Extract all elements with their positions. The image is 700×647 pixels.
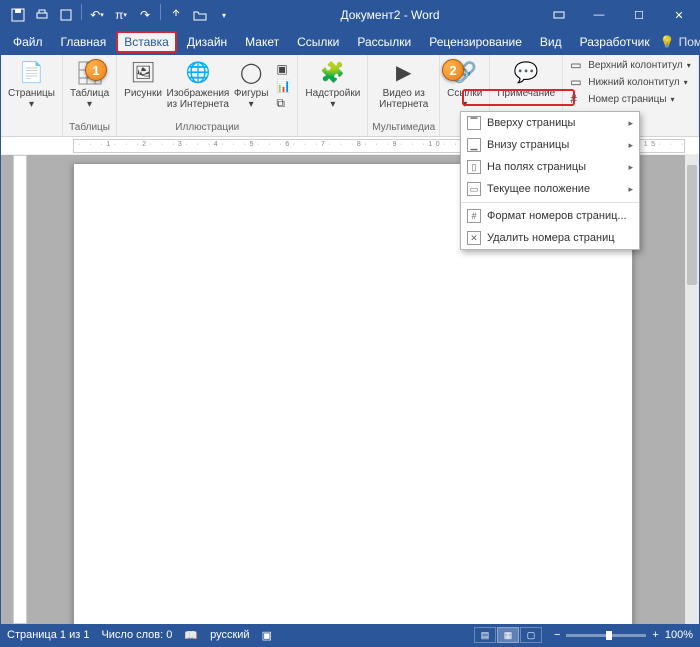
ribbon-display-icon[interactable]	[539, 1, 579, 29]
page-number-button[interactable]: #Номер страницы▾	[567, 91, 694, 107]
status-language[interactable]: русский	[210, 629, 249, 641]
callout-one: 1	[85, 59, 107, 81]
format-icon: #	[467, 209, 481, 223]
ribbon-group-illustrations: 🖼Рисунки 🌐Изображения из Интернета ◯Фигу…	[117, 55, 298, 136]
menu-layout[interactable]: Макет	[237, 31, 287, 53]
video-icon: ▶	[390, 59, 418, 87]
shapes-icon: ◯	[237, 59, 265, 87]
dd-top-of-page[interactable]: ▔Вверху страницы▸	[461, 112, 639, 134]
scrollbar-vertical[interactable]	[685, 155, 699, 624]
read-mode-button[interactable]: ▤	[474, 627, 496, 643]
online-video-button[interactable]: ▶Видео из Интернета	[377, 57, 431, 112]
menu-developer[interactable]: Разработчик	[572, 31, 658, 53]
tell-me[interactable]: 💡Помощ...	[660, 35, 700, 49]
save-icon[interactable]	[7, 4, 29, 26]
menu-home[interactable]: Главная	[53, 31, 115, 53]
qat-more-icon[interactable]: ▾	[213, 4, 235, 26]
zoom-control[interactable]: − + 100%	[554, 629, 693, 641]
open-icon[interactable]	[189, 4, 211, 26]
zoom-in-icon[interactable]: +	[652, 629, 658, 641]
ruler-vertical[interactable]	[13, 155, 27, 624]
menubar: Файл Главная Вставка Дизайн Макет Ссылки…	[1, 29, 699, 55]
status-words[interactable]: Число слов: 0	[101, 629, 172, 641]
menu-mailings[interactable]: Рассылки	[349, 31, 419, 53]
chart-icon: 📊	[276, 79, 290, 93]
pagenumber-dropdown: ▔Вверху страницы▸ ▁Внизу страницы▸ ▯На п…	[460, 111, 640, 250]
header-icon: ▭	[570, 58, 584, 72]
menu-design[interactable]: Дизайн	[179, 31, 235, 53]
titlebar: ↶▾ π▾ ↷ ▾ Документ2 - Word — ☐ ✕	[1, 1, 699, 29]
menu-view[interactable]: Вид	[532, 31, 570, 53]
callout-two: 2	[442, 59, 464, 81]
window-title: Документ2 - Word	[241, 8, 539, 22]
page-icon: 📄	[17, 59, 45, 87]
screenshot-icon: ⧉	[276, 96, 290, 110]
ribbon-group-addins: 🧩Надстройки▾	[298, 55, 368, 136]
preview-icon[interactable]	[55, 4, 77, 26]
web-layout-button[interactable]: ▢	[520, 627, 542, 643]
status-proofing-icon[interactable]: 📖	[184, 629, 198, 642]
smartart-button[interactable]: ▣	[273, 61, 293, 77]
pages-button[interactable]: 📄Страницы▾	[5, 57, 58, 112]
page-top-icon: ▔	[467, 116, 481, 130]
dd-remove-page-numbers[interactable]: ✕Удалить номера страниц	[461, 227, 639, 249]
footer-icon: ▭	[570, 75, 584, 89]
cursor-pos-icon: ▭	[467, 182, 481, 196]
comment-icon: 💬	[512, 59, 540, 87]
remove-icon: ✕	[467, 231, 481, 245]
statusbar: Страница 1 из 1 Число слов: 0 📖 русский …	[1, 624, 699, 646]
ribbon-group-pages: 📄Страницы▾	[1, 55, 63, 136]
minimize-button[interactable]: —	[579, 1, 619, 29]
zoom-slider[interactable]	[566, 634, 646, 637]
menu-review[interactable]: Рецензирование	[421, 31, 530, 53]
page-bottom-icon: ▁	[467, 138, 481, 152]
view-buttons: ▤ ▦ ▢	[474, 627, 542, 643]
screenshot-button[interactable]: ⧉	[273, 95, 293, 111]
status-macro-icon[interactable]: ▣	[262, 629, 272, 642]
pictures-button[interactable]: 🖼Рисунки	[121, 57, 165, 101]
close-button[interactable]: ✕	[659, 1, 699, 29]
addins-button[interactable]: 🧩Надстройки▾	[302, 57, 363, 112]
ribbon-group-media: ▶Видео из Интернета Мультимедиа	[368, 55, 440, 136]
dd-page-margins[interactable]: ▯На полях страницы▸	[461, 156, 639, 178]
zoom-out-icon[interactable]: −	[554, 629, 560, 641]
pictures-icon: 🖼	[129, 59, 157, 87]
zoom-value[interactable]: 100%	[665, 629, 693, 641]
print-layout-button[interactable]: ▦	[497, 627, 519, 643]
formula-icon[interactable]: π▾	[110, 4, 132, 26]
illustrations-small: ▣ 📊 ⧉	[273, 57, 293, 111]
footer-button[interactable]: ▭Нижний колонтитул▾	[567, 74, 694, 90]
dd-bottom-of-page[interactable]: ▁Внизу страницы▸	[461, 134, 639, 156]
online-pictures-button[interactable]: 🌐Изображения из Интернета	[167, 57, 229, 112]
status-page[interactable]: Страница 1 из 1	[7, 629, 89, 641]
highlight-pagenumber	[462, 89, 575, 106]
window-controls: — ☐ ✕	[539, 1, 699, 29]
print-icon[interactable]	[31, 4, 53, 26]
redo-icon[interactable]: ↷	[134, 4, 156, 26]
chart-button[interactable]: 📊	[273, 78, 293, 94]
header-button[interactable]: ▭Верхний колонтитул▾	[567, 57, 694, 73]
page-margins-icon: ▯	[467, 160, 481, 174]
menu-references[interactable]: Ссылки	[289, 31, 347, 53]
dd-current-position[interactable]: ▭Текущее положение▸	[461, 178, 639, 200]
undo-icon[interactable]: ↶▾	[86, 4, 108, 26]
shapes-button[interactable]: ◯Фигуры▾	[231, 57, 271, 112]
menu-file[interactable]: Файл	[5, 31, 51, 53]
app-window: ↶▾ π▾ ↷ ▾ Документ2 - Word — ☐ ✕ Файл Гл…	[0, 0, 700, 647]
dd-format-page-numbers[interactable]: #Формат номеров страниц...	[461, 205, 639, 227]
online-pictures-icon: 🌐	[184, 59, 212, 87]
menu-insert[interactable]: Вставка	[116, 31, 177, 53]
touch-icon[interactable]	[165, 4, 187, 26]
smartart-icon: ▣	[276, 62, 290, 76]
maximize-button[interactable]: ☐	[619, 1, 659, 29]
quick-access-toolbar: ↶▾ π▾ ↷ ▾	[1, 4, 241, 26]
addins-icon: 🧩	[319, 59, 347, 87]
